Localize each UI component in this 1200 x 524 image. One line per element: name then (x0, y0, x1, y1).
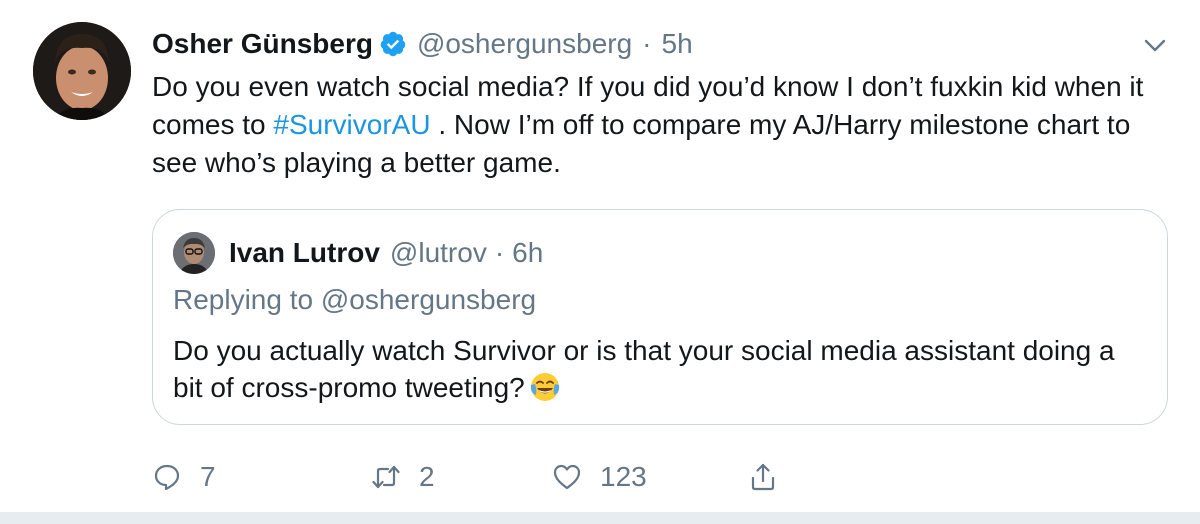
avatar[interactable] (33, 22, 131, 120)
author-name[interactable]: Osher Günsberg (152, 28, 373, 60)
retweet-count: 2 (419, 461, 435, 492)
quoted-tweet-header: Ivan Lutrov @lutrov · 6h (173, 232, 543, 274)
tweet-time[interactable]: 5h (662, 28, 693, 60)
quoted-tweet-text-body: Do you actually watch Survivor or is tha… (173, 335, 1115, 403)
reply-count: 7 (200, 461, 216, 492)
verified-badge-icon (379, 30, 407, 58)
author-handle[interactable]: @oshergunsberg (417, 28, 632, 60)
tweet-text: Do you even watch social media? If you d… (152, 68, 1162, 182)
quoted-avatar[interactable] (173, 232, 215, 274)
like-count: 123 (600, 461, 647, 492)
face-with-tears-of-joy-icon (529, 371, 561, 403)
quoted-separator-dot: · (494, 237, 505, 268)
quoted-tweet-time[interactable]: 6h (512, 237, 543, 269)
divider (0, 512, 1200, 524)
share-action[interactable] (748, 457, 778, 497)
separator-dot: · (642, 28, 652, 59)
retweet-action[interactable]: 2 (371, 457, 435, 497)
quoted-author-name[interactable]: Ivan Lutrov (229, 237, 380, 269)
reply-icon (154, 464, 180, 491)
quoted-tweet[interactable]: Ivan Lutrov @lutrov · 6h Replying to @os… (152, 209, 1168, 425)
reply-action[interactable]: 7 (152, 457, 216, 497)
quoted-tweet-text: Do you actually watch Survivor or is tha… (173, 332, 1133, 406)
quoted-author-handle[interactable]: @lutrov (390, 237, 487, 269)
tweet-header: Osher Günsberg @oshergunsberg · 5h (152, 24, 693, 64)
retweet-icon (372, 465, 400, 489)
share-icon (751, 463, 775, 491)
hashtag-link[interactable]: #SurvivorAU (273, 109, 430, 140)
tweet: Osher Günsberg @oshergunsberg · 5h Do yo… (0, 0, 1200, 512)
heart-icon (553, 464, 581, 490)
replying-to: Replying to @oshergunsberg (173, 284, 537, 315)
like-action[interactable]: 123 (552, 457, 647, 497)
chevron-down-icon[interactable] (1140, 30, 1170, 60)
